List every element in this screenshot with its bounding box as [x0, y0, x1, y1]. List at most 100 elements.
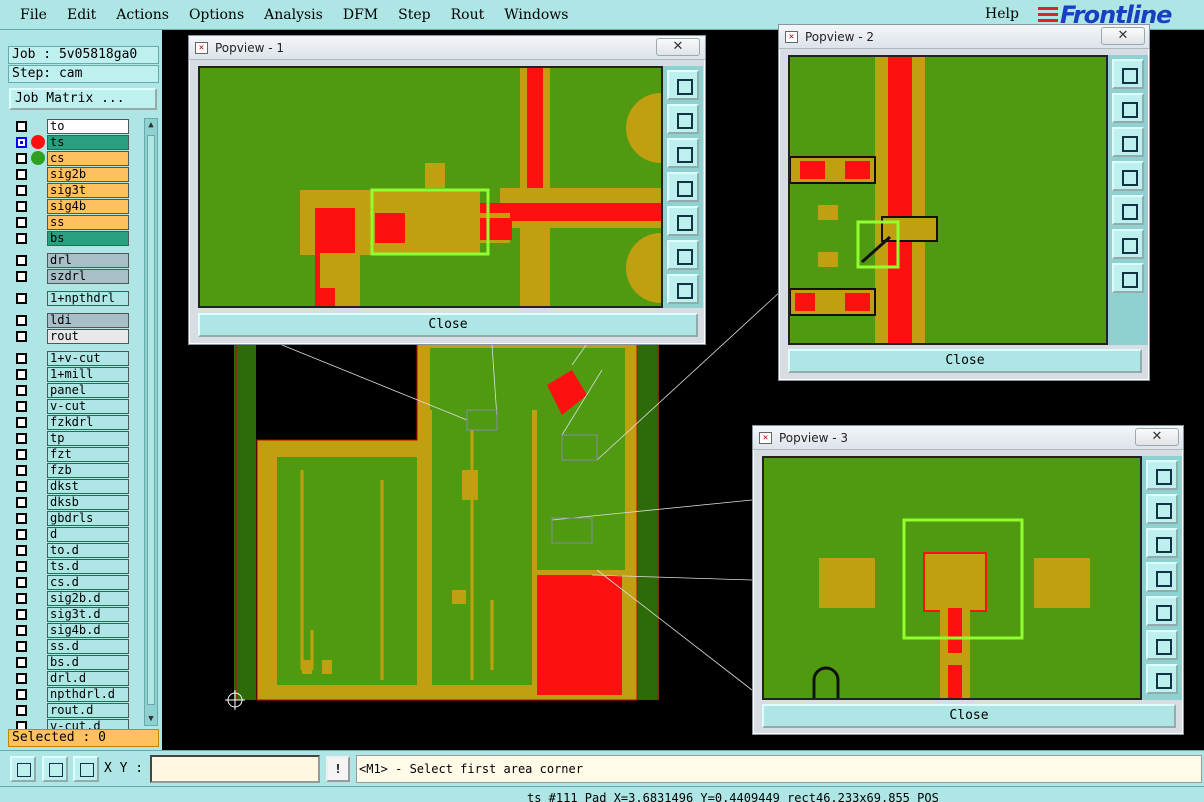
- layer-name[interactable]: sig4b: [47, 198, 129, 214]
- popview-1-titlebar[interactable]: Popview - 1: [189, 36, 705, 60]
- layer-display-dot-icon[interactable]: [31, 151, 45, 165]
- menu-options[interactable]: Options: [189, 7, 244, 23]
- layer-name[interactable]: dkst: [47, 478, 129, 494]
- pan-up-icon[interactable]: [667, 104, 699, 134]
- layer-row[interactable]: sig3t: [8, 182, 144, 198]
- layer-row[interactable]: ss: [8, 214, 144, 230]
- layer-checkbox[interactable]: [16, 592, 27, 604]
- layer-row[interactable]: dkst: [8, 478, 144, 494]
- layer-name[interactable]: fzt: [47, 446, 129, 462]
- layer-name[interactable]: npthdrl.d: [47, 686, 129, 702]
- layer-name[interactable]: drl: [47, 252, 129, 268]
- layer-checkbox[interactable]: [16, 576, 27, 588]
- layer-row[interactable]: ss.d: [8, 638, 144, 654]
- popview-2-titlebar[interactable]: Popview - 2: [779, 25, 1149, 49]
- pan-left-icon[interactable]: [1146, 562, 1178, 592]
- layer-name[interactable]: ss.d: [47, 638, 129, 654]
- zoom-fit-icon[interactable]: [1146, 460, 1178, 490]
- layer-row[interactable]: sig3t.d: [8, 606, 144, 622]
- layer-row[interactable]: ts.d: [8, 558, 144, 574]
- layer-checkbox[interactable]: [16, 352, 27, 364]
- layer-name[interactable]: 1+npthdrl: [47, 290, 129, 306]
- layer-checkbox[interactable]: [16, 400, 27, 412]
- pan-left-icon[interactable]: [667, 172, 699, 202]
- layer-row[interactable]: ldi: [8, 312, 144, 328]
- layer-name[interactable]: sig3t: [47, 182, 129, 198]
- scroll-up-icon[interactable]: ▲: [145, 119, 157, 131]
- layer-name[interactable]: panel: [47, 382, 129, 398]
- layer-name[interactable]: sig4b.d: [47, 622, 129, 638]
- layer-row[interactable]: ts: [8, 134, 144, 150]
- layer-row[interactable]: npthdrl.d: [8, 686, 144, 702]
- layer-row[interactable]: rout: [8, 328, 144, 344]
- popview-3-view[interactable]: [762, 456, 1142, 700]
- pan-left-icon[interactable]: [1112, 161, 1144, 191]
- measure-icon[interactable]: [42, 756, 68, 782]
- layer-checkbox[interactable]: [16, 270, 27, 282]
- layer-row[interactable]: 1+mill: [8, 366, 144, 382]
- layer-checkbox[interactable]: [16, 292, 27, 304]
- layer-checkbox[interactable]: [16, 528, 27, 540]
- menu-step[interactable]: Step: [398, 7, 430, 23]
- layer-row[interactable]: fzkdrl: [8, 414, 144, 430]
- layer-checkbox[interactable]: [16, 314, 27, 326]
- layer-name[interactable]: ts.d: [47, 558, 129, 574]
- menu-windows[interactable]: Windows: [504, 7, 568, 23]
- layer-row[interactable]: sig4b.d: [8, 622, 144, 638]
- zoom-fit-icon[interactable]: [667, 70, 699, 100]
- layer-name[interactable]: fzkdrl: [47, 414, 129, 430]
- menu-analysis[interactable]: Analysis: [264, 7, 323, 23]
- layer-row[interactable]: fzt: [8, 446, 144, 462]
- layer-name[interactable]: drl.d: [47, 670, 129, 686]
- layer-checkbox[interactable]: [16, 384, 27, 396]
- select-area-icon[interactable]: [10, 756, 36, 782]
- layer-checkbox[interactable]: [16, 184, 27, 196]
- layer-row[interactable]: sig4b: [8, 198, 144, 214]
- pan-down-icon[interactable]: [1112, 127, 1144, 157]
- job-matrix-button[interactable]: Job Matrix ...: [9, 88, 157, 110]
- layer-name[interactable]: rout.d: [47, 702, 129, 718]
- popview-2-close-button[interactable]: Close: [788, 349, 1142, 373]
- layer-checkbox[interactable]: [16, 216, 27, 228]
- popview-3-close-button[interactable]: Close: [762, 704, 1176, 728]
- popview-3-close-icon[interactable]: ✕: [1135, 428, 1179, 446]
- layer-display-dot-icon[interactable]: [31, 135, 45, 149]
- xy-input[interactable]: [150, 755, 320, 783]
- pan-right-icon[interactable]: [1112, 195, 1144, 225]
- layer-checkbox[interactable]: [16, 672, 27, 684]
- layer-checkbox[interactable]: [16, 464, 27, 476]
- layer-scrollbar[interactable]: ▲ ▼: [144, 118, 158, 726]
- pan-up-icon[interactable]: [1146, 494, 1178, 524]
- layer-row[interactable]: szdrl: [8, 268, 144, 284]
- menu-dfm[interactable]: DFM: [343, 7, 378, 23]
- zoom-out-icon[interactable]: [1112, 263, 1144, 293]
- popview-2-close-icon[interactable]: ✕: [1101, 27, 1145, 45]
- layer-checkbox[interactable]: [16, 560, 27, 572]
- layer-checkbox[interactable]: [16, 688, 27, 700]
- menu-rout[interactable]: Rout: [451, 7, 485, 23]
- popview-1-close-icon[interactable]: ✕: [656, 38, 700, 56]
- layer-checkbox[interactable]: [16, 432, 27, 444]
- grid-snap-icon[interactable]: [73, 756, 99, 782]
- menu-actions[interactable]: Actions: [116, 7, 169, 23]
- layer-checkbox[interactable]: [16, 416, 27, 428]
- layer-name[interactable]: v-cut: [47, 398, 129, 414]
- layer-checkbox[interactable]: [16, 200, 27, 212]
- pan-right-icon[interactable]: [1146, 596, 1178, 626]
- layer-name[interactable]: tp: [47, 430, 129, 446]
- layer-row[interactable]: rout.d: [8, 702, 144, 718]
- layer-row[interactable]: v-cut: [8, 398, 144, 414]
- layer-row[interactable]: tp: [8, 430, 144, 446]
- layer-checkbox[interactable]: [16, 640, 27, 652]
- layer-row[interactable]: d: [8, 526, 144, 542]
- layer-checkbox[interactable]: [16, 120, 27, 132]
- layer-checkbox[interactable]: [16, 254, 27, 266]
- layer-row[interactable]: gbdrls: [8, 510, 144, 526]
- scroll-down-icon[interactable]: ▼: [145, 713, 157, 725]
- layer-name[interactable]: bs: [47, 230, 129, 246]
- zoom-in-icon[interactable]: [1146, 630, 1178, 660]
- layer-name[interactable]: cs: [47, 150, 129, 166]
- scroll-thumb[interactable]: [147, 135, 155, 705]
- layer-name[interactable]: d: [47, 526, 129, 542]
- layer-row[interactable]: dksb: [8, 494, 144, 510]
